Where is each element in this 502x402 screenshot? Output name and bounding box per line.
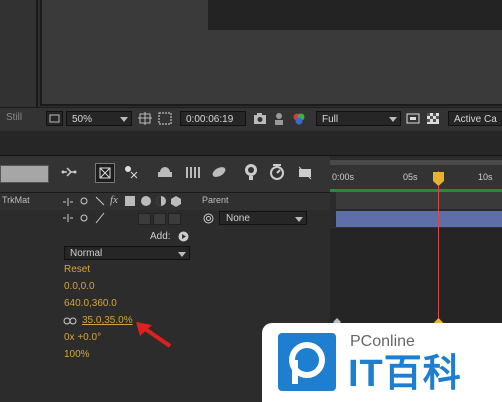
grid-guides-icon[interactable] bbox=[138, 112, 152, 125]
ruler-label-5: 05s bbox=[403, 172, 418, 182]
layer-search-input[interactable] bbox=[0, 165, 49, 183]
transparency-grid-icon[interactable] bbox=[426, 112, 440, 125]
adjustment-layer-switch-icon bbox=[156, 196, 166, 206]
live-update-icon[interactable] bbox=[296, 163, 314, 181]
time-navigator[interactable] bbox=[330, 160, 502, 165]
parent-value: None bbox=[226, 213, 250, 224]
reset-link[interactable]: Reset bbox=[64, 264, 90, 275]
resolution-select[interactable]: Full bbox=[316, 111, 401, 126]
pconline-logo-icon bbox=[278, 333, 336, 391]
zoom-select[interactable]: 50% bbox=[66, 111, 132, 126]
timeline-column-headers: TrkMat fx Parent bbox=[0, 193, 330, 211]
always-preview-icon[interactable] bbox=[46, 111, 63, 126]
3d-layer-switch-icon bbox=[171, 196, 181, 207]
motion-blur-icon[interactable] bbox=[183, 163, 201, 181]
parent-select[interactable]: None bbox=[219, 211, 307, 225]
zoom-value: 50% bbox=[72, 114, 93, 125]
pconline-watermark: PConline IT百科 bbox=[262, 323, 502, 402]
time-ruler[interactable]: 0:00s 05s 10s bbox=[330, 160, 502, 191]
collapse-switch-icon bbox=[80, 197, 88, 205]
pick-whip-icon[interactable] bbox=[203, 213, 214, 224]
frame-blending-icon[interactable] bbox=[156, 163, 174, 181]
frame-blend-switch-icon bbox=[125, 196, 135, 206]
chevron-down-icon bbox=[389, 117, 397, 122]
add-property-icon[interactable] bbox=[178, 231, 189, 242]
layer-duration-row bbox=[336, 192, 502, 209]
blend-mode-select[interactable]: Normal bbox=[64, 246, 190, 260]
effect-switch-icon: fx bbox=[110, 194, 118, 206]
position-value[interactable]: 640.0,360.0 bbox=[64, 298, 117, 309]
trkmat-column: TrkMat bbox=[2, 195, 30, 205]
red-arrow-annotation bbox=[136, 322, 172, 348]
composition-mini-flowchart-icon[interactable] bbox=[60, 163, 78, 181]
chevron-down-icon bbox=[295, 217, 303, 222]
add-label: Add: bbox=[150, 231, 171, 242]
timecode-value: 0:00:06:19 bbox=[186, 114, 234, 125]
motion-blur-switch-icon bbox=[141, 196, 151, 206]
mask-visibility-icon[interactable] bbox=[158, 112, 172, 125]
watermark-name: IT百科 bbox=[348, 353, 462, 395]
switch-box[interactable] bbox=[168, 213, 181, 225]
composition-canvas bbox=[208, 0, 502, 30]
anchor-point-value[interactable]: 0.0,0.0 bbox=[64, 281, 95, 292]
camera-value: Active Ca bbox=[454, 114, 497, 125]
viewer-toolbar: Still 50% 0:00:06:19 Full Active Ca bbox=[0, 107, 502, 132]
rotation-value[interactable]: 0x +0.0° bbox=[64, 332, 101, 343]
auto-keyframe-icon[interactable] bbox=[268, 163, 286, 181]
current-time-display[interactable]: 0:00:06:19 bbox=[180, 111, 246, 126]
still-label: Still bbox=[6, 112, 23, 123]
hide-shy-layers-icon[interactable] bbox=[122, 163, 140, 181]
blend-mode-value: Normal bbox=[70, 248, 103, 259]
shy-switch-icon bbox=[63, 198, 73, 206]
show-snapshot-icon[interactable] bbox=[272, 112, 286, 125]
parent-column: Parent bbox=[202, 195, 229, 205]
chevron-down-icon bbox=[178, 252, 186, 257]
snapshot-icon[interactable] bbox=[253, 112, 267, 125]
quality-switch-icon bbox=[95, 196, 105, 206]
shy-icon[interactable] bbox=[62, 213, 74, 223]
channel-rgb-icon[interactable] bbox=[292, 112, 306, 125]
graph-editor-icon[interactable] bbox=[210, 163, 228, 181]
footage-panel bbox=[0, 0, 38, 107]
watermark-brand: PConline bbox=[350, 333, 415, 350]
constrain-proportions-icon[interactable] bbox=[63, 317, 77, 325]
layer-duration-bar[interactable] bbox=[336, 211, 502, 227]
playhead-icon[interactable] bbox=[432, 171, 445, 187]
opacity-value[interactable]: 100% bbox=[64, 349, 90, 360]
panel-divider bbox=[0, 131, 502, 156]
switch-box[interactable] bbox=[153, 213, 166, 225]
draft-3d-icon[interactable] bbox=[95, 163, 115, 183]
chevron-down-icon bbox=[120, 117, 128, 122]
quality-icon[interactable] bbox=[94, 212, 106, 224]
resolution-value: Full bbox=[322, 114, 339, 125]
scale-value[interactable]: 35.0,35.0% bbox=[82, 315, 133, 326]
ruler-label-0: 0:00s bbox=[332, 172, 355, 182]
region-of-interest-icon[interactable] bbox=[406, 112, 420, 125]
brainstorm-icon[interactable] bbox=[242, 163, 260, 181]
ruler-label-10: 10s bbox=[478, 172, 493, 182]
switch-box[interactable] bbox=[138, 213, 151, 225]
collapse-icon[interactable] bbox=[78, 213, 90, 223]
active-camera-select[interactable]: Active Ca bbox=[448, 111, 502, 126]
